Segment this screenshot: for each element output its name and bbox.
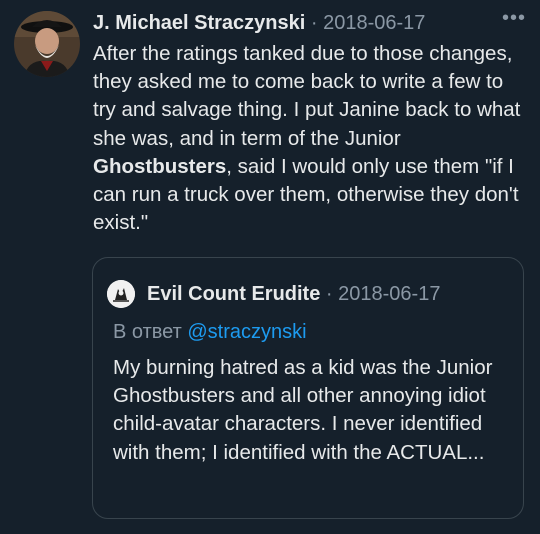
author-avatar-image (14, 11, 80, 77)
tweet-date[interactable]: 2018-06-17 (323, 12, 425, 34)
tweet-text: After the ratings tanked due to those ch… (93, 40, 525, 237)
reply-prefix: В ответ (113, 321, 182, 343)
author-avatar[interactable] (14, 11, 80, 77)
quoted-header: Evil Count Erudite · 2018-06-17 (147, 282, 440, 306)
quoted-author-avatar (107, 280, 135, 308)
quoted-tweet[interactable]: Evil Count Erudite · 2018-06-17 В ответ … (92, 257, 524, 519)
reply-context: В ответ @straczynski (113, 320, 307, 344)
quoted-date: 2018-06-17 (338, 283, 441, 305)
tweet-text-bold: Ghostbusters (93, 154, 227, 178)
quoted-avatar-image (107, 280, 135, 308)
more-dots-icon[interactable]: ••• (500, 7, 528, 29)
reply-handle-link[interactable]: @straczynski (187, 321, 306, 343)
quoted-author-name: Evil Count Erudite (147, 283, 321, 305)
quoted-text: My burning hatred as a kid was the Junio… (113, 356, 493, 464)
author-name[interactable]: J. Michael Straczynski (93, 12, 305, 34)
tweet-card[interactable]: J. Michael Straczynski · 2018-06-17 ••• … (0, 0, 540, 534)
tweet-text-part-1: After the ratings tanked due to those ch… (93, 42, 521, 150)
quoted-separator-dot: · (325, 283, 333, 305)
tweet-header: J. Michael Straczynski · 2018-06-17 (93, 11, 496, 35)
separator-dot: · (310, 12, 318, 34)
